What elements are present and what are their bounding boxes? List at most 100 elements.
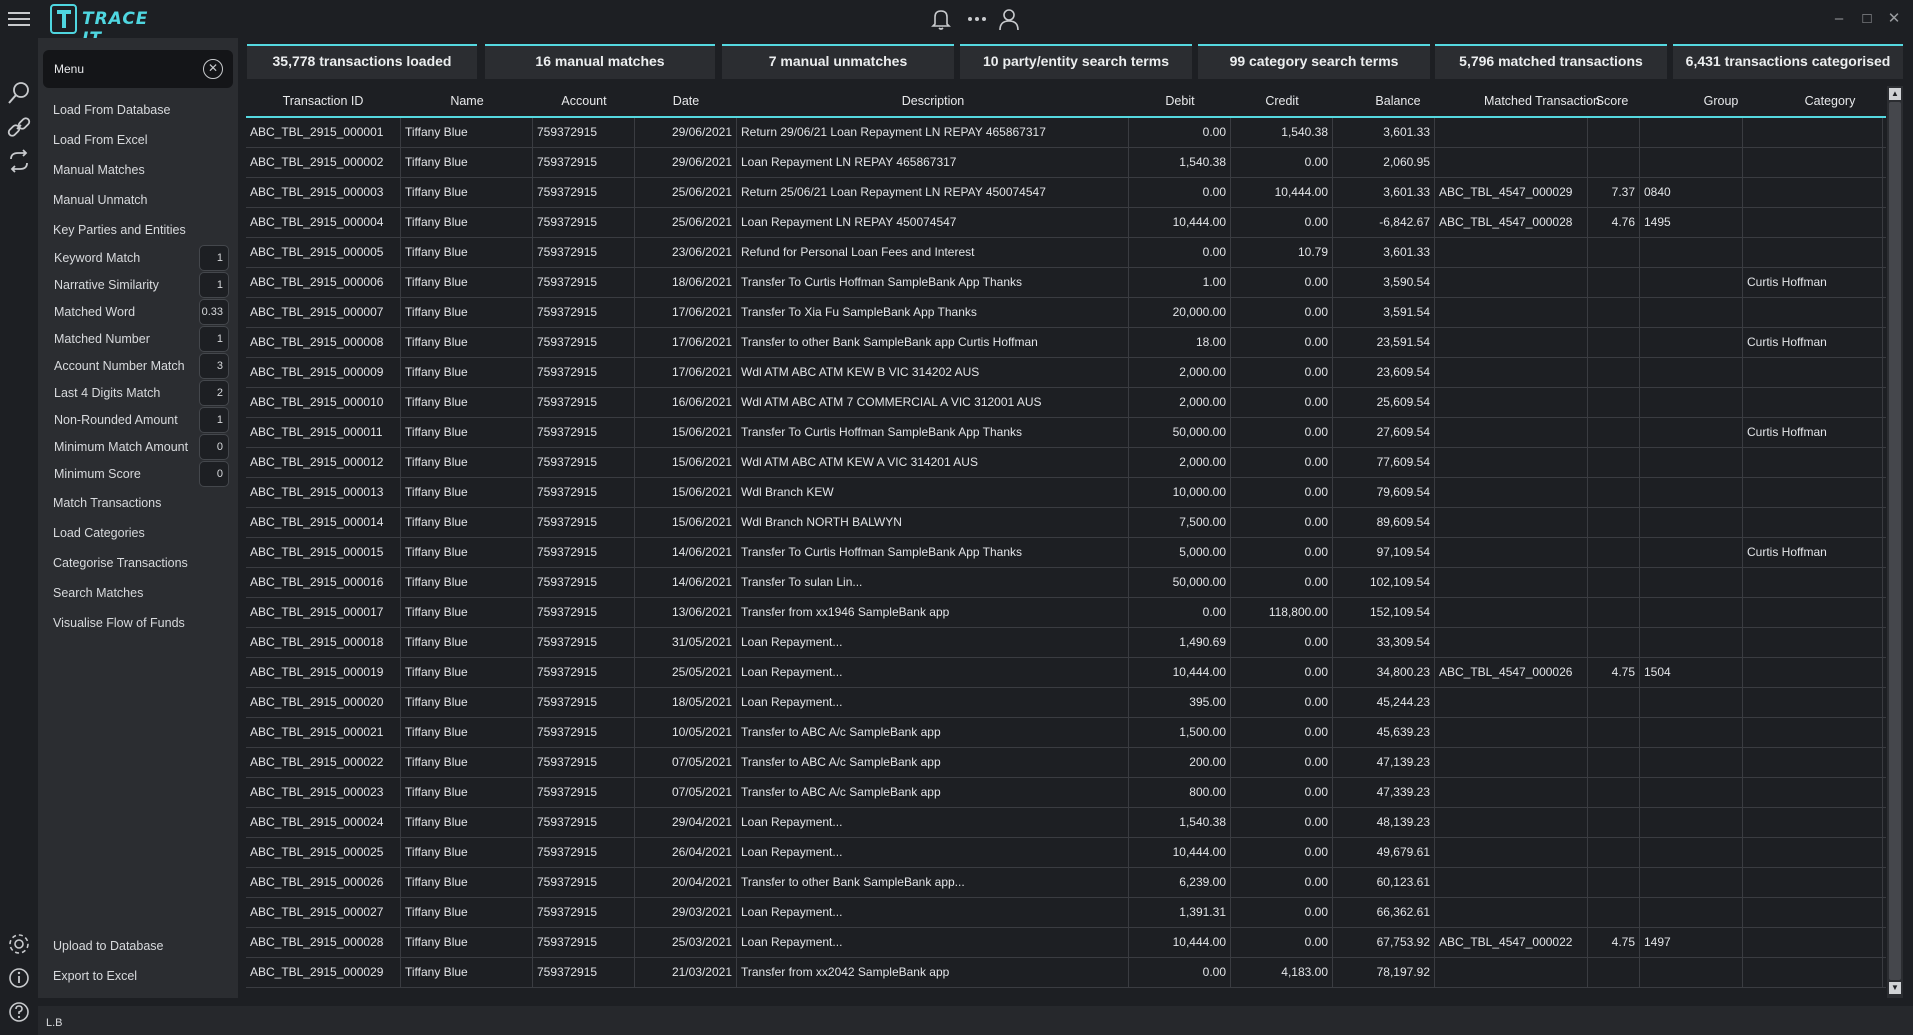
cell-group[interactable] xyxy=(1640,388,1743,418)
cell-description[interactable]: Wdl ATM ABC ATM KEW B VIC 314202 AUS xyxy=(737,358,1129,388)
cell-account[interactable]: 759372915 xyxy=(533,868,635,898)
cell-group[interactable] xyxy=(1640,868,1743,898)
sidebar-item-manual-unmatch[interactable]: Manual Unmatch xyxy=(53,193,148,207)
cell-group[interactable] xyxy=(1640,328,1743,358)
cell-description[interactable]: Wdl Branch NORTH BALWYN xyxy=(737,508,1129,538)
cell-credit[interactable]: 0.00 xyxy=(1231,328,1333,358)
cell-category[interactable] xyxy=(1743,928,1883,958)
cell-balance[interactable]: 27,609.54 xyxy=(1333,418,1435,448)
cell-group[interactable] xyxy=(1640,238,1743,268)
cell-transaction-id[interactable]: ABC_TBL_2915_000004 xyxy=(246,208,401,238)
cell-name[interactable]: Tiffany Blue xyxy=(401,808,533,838)
sidebar-item-load-categories[interactable]: Load Categories xyxy=(53,526,145,540)
cell-date[interactable]: 18/05/2021 xyxy=(635,688,737,718)
cell-category[interactable] xyxy=(1743,388,1883,418)
cell-group[interactable] xyxy=(1640,808,1743,838)
cell-name[interactable]: Tiffany Blue xyxy=(401,688,533,718)
cell-balance[interactable]: 25,609.54 xyxy=(1333,388,1435,418)
cell-group[interactable]: 1495 xyxy=(1640,208,1743,238)
cell-debit[interactable]: 7,500.00 xyxy=(1129,508,1231,538)
cell-score[interactable]: 4.75 xyxy=(1588,658,1640,688)
cell-name[interactable]: Tiffany Blue xyxy=(401,388,533,418)
cell-account[interactable]: 759372915 xyxy=(533,898,635,928)
cell-description[interactable]: Loan Repayment... xyxy=(737,658,1129,688)
cell-debit[interactable]: 2,000.00 xyxy=(1129,448,1231,478)
param-input[interactable]: 1 xyxy=(199,407,229,433)
cell-matched-transaction[interactable] xyxy=(1435,598,1588,628)
table-row[interactable]: ABC_TBL_2915_000014 Tiffany Blue 759372915… xyxy=(246,508,1886,538)
cell-name[interactable]: Tiffany Blue xyxy=(401,538,533,568)
cell-category[interactable] xyxy=(1743,358,1883,388)
cell-score[interactable] xyxy=(1588,778,1640,808)
cell-description[interactable]: Transfer to ABC A/c SampleBank app xyxy=(737,748,1129,778)
sidebar-item-manual-matches[interactable]: Manual Matches xyxy=(53,163,145,177)
sidebar-item-export-to-excel[interactable]: Export to Excel xyxy=(53,969,137,983)
cell-description[interactable]: Loan Repayment... xyxy=(737,808,1129,838)
cell-description[interactable]: Return 29/06/21 Loan Repayment LN REPAY … xyxy=(737,118,1129,148)
cell-balance[interactable]: 152,109.54 xyxy=(1333,598,1435,628)
cell-description[interactable]: Transfer to other Bank SampleBank app... xyxy=(737,868,1129,898)
cell-score[interactable] xyxy=(1588,898,1640,928)
cell-description[interactable]: Loan Repayment... xyxy=(737,688,1129,718)
sidebar-item-upload-to-database[interactable]: Upload to Database xyxy=(53,939,164,953)
cell-name[interactable]: Tiffany Blue xyxy=(401,298,533,328)
cell-account[interactable]: 759372915 xyxy=(533,148,635,178)
cell-transaction-id[interactable]: ABC_TBL_2915_000014 xyxy=(246,508,401,538)
cell-balance[interactable]: 77,609.54 xyxy=(1333,448,1435,478)
cell-balance[interactable]: 2,060.95 xyxy=(1333,148,1435,178)
cell-credit[interactable]: 0.00 xyxy=(1231,838,1333,868)
cell-date[interactable]: 17/06/2021 xyxy=(635,298,737,328)
cell-account[interactable]: 759372915 xyxy=(533,718,635,748)
cell-debit[interactable]: 0.00 xyxy=(1129,178,1231,208)
cell-date[interactable]: 29/06/2021 xyxy=(635,148,737,178)
cell-credit[interactable]: 0.00 xyxy=(1231,808,1333,838)
cell-matched-transaction[interactable] xyxy=(1435,538,1588,568)
search-icon[interactable] xyxy=(6,80,32,106)
cell-description[interactable]: Wdl ATM ABC ATM 7 COMMERCIAL A VIC 31200… xyxy=(737,388,1129,418)
cell-category[interactable] xyxy=(1743,598,1883,628)
cell-matched-transaction[interactable] xyxy=(1435,268,1588,298)
cell-balance[interactable]: 48,139.23 xyxy=(1333,808,1435,838)
cell-description[interactable]: Transfer To Curtis Hoffman SampleBank Ap… xyxy=(737,538,1129,568)
cell-group[interactable] xyxy=(1640,598,1743,628)
cell-score[interactable]: 4.75 xyxy=(1588,928,1640,958)
cell-date[interactable]: 25/06/2021 xyxy=(635,208,737,238)
cell-matched-transaction[interactable] xyxy=(1435,118,1588,148)
cell-name[interactable]: Tiffany Blue xyxy=(401,778,533,808)
table-row[interactable]: ABC_TBL_2915_000008 Tiffany Blue 759372915… xyxy=(246,328,1886,358)
cell-credit[interactable]: 118,800.00 xyxy=(1231,598,1333,628)
cell-account[interactable]: 759372915 xyxy=(533,388,635,418)
param-input[interactable]: 2 xyxy=(199,380,229,406)
cell-date[interactable]: 16/06/2021 xyxy=(635,388,737,418)
refresh-icon[interactable] xyxy=(6,148,32,174)
cell-transaction-id[interactable]: ABC_TBL_2915_000016 xyxy=(246,568,401,598)
cell-group[interactable] xyxy=(1640,778,1743,808)
cell-debit[interactable]: 1,540.38 xyxy=(1129,808,1231,838)
cell-balance[interactable]: 47,339.23 xyxy=(1333,778,1435,808)
table-row[interactable]: ABC_TBL_2915_000027 Tiffany Blue 759372915… xyxy=(246,898,1886,928)
cell-category[interactable] xyxy=(1743,718,1883,748)
cell-matched-transaction[interactable]: ABC_TBL_4547_000026 xyxy=(1435,658,1588,688)
table-row[interactable]: ABC_TBL_2915_000023 Tiffany Blue 759372915… xyxy=(246,778,1886,808)
cell-matched-transaction[interactable] xyxy=(1435,508,1588,538)
cell-debit[interactable]: 18.00 xyxy=(1129,328,1231,358)
cell-score[interactable]: 4.76 xyxy=(1588,208,1640,238)
bell-icon[interactable] xyxy=(928,6,954,32)
cell-name[interactable]: Tiffany Blue xyxy=(401,628,533,658)
cell-debit[interactable]: 20,000.00 xyxy=(1129,298,1231,328)
cell-description[interactable]: Transfer to ABC A/c SampleBank app xyxy=(737,778,1129,808)
cell-group[interactable] xyxy=(1640,748,1743,778)
cell-group[interactable] xyxy=(1640,628,1743,658)
cell-matched-transaction[interactable] xyxy=(1435,328,1588,358)
cell-balance[interactable]: 23,609.54 xyxy=(1333,358,1435,388)
hamburger-menu-icon[interactable] xyxy=(8,12,30,28)
cell-account[interactable]: 759372915 xyxy=(533,688,635,718)
cell-description[interactable]: Transfer to other Bank SampleBank app Cu… xyxy=(737,328,1129,358)
cell-credit[interactable]: 10,444.00 xyxy=(1231,178,1333,208)
cell-transaction-id[interactable]: ABC_TBL_2915_000006 xyxy=(246,268,401,298)
cell-date[interactable]: 10/05/2021 xyxy=(635,718,737,748)
cell-balance[interactable]: 66,362.61 xyxy=(1333,898,1435,928)
cell-account[interactable]: 759372915 xyxy=(533,268,635,298)
cell-name[interactable]: Tiffany Blue xyxy=(401,958,533,988)
cell-score[interactable] xyxy=(1588,718,1640,748)
